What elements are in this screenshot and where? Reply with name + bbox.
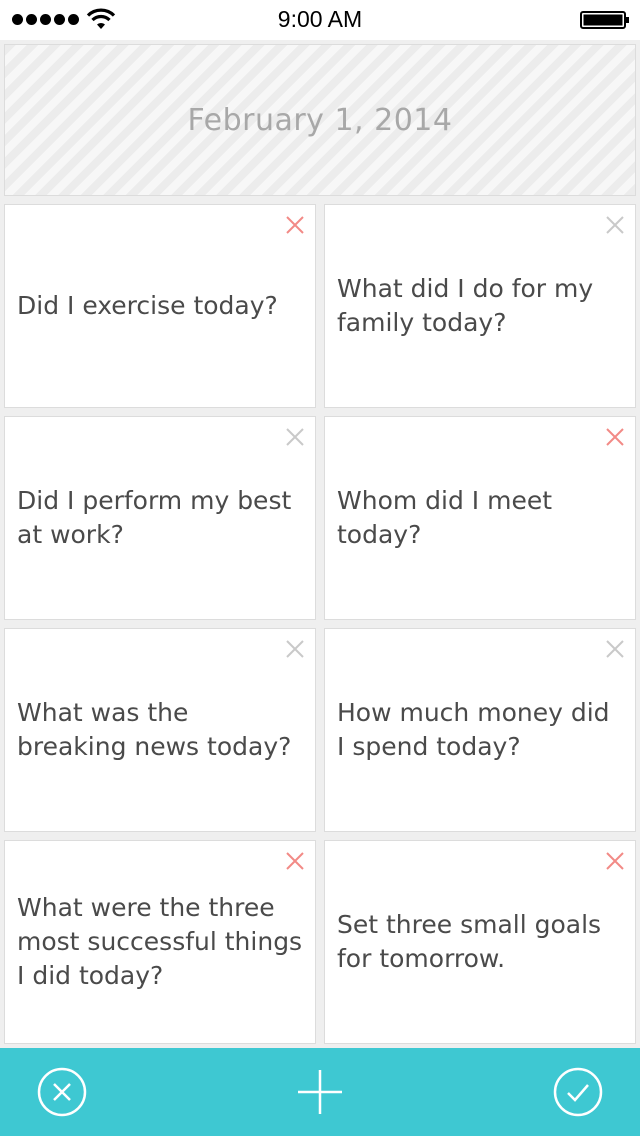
status-bar: 9:00 AM <box>0 0 640 40</box>
circle-x-icon <box>37 1067 87 1117</box>
question-card[interactable]: What were the three most successful thin… <box>4 840 316 1044</box>
question-card[interactable]: Did I exercise today? <box>4 204 316 408</box>
question-card[interactable]: What did I do for my family today? <box>324 204 636 408</box>
question-text: Did I perform my best at work? <box>17 486 292 549</box>
question-text: Did I exercise today? <box>17 291 278 320</box>
question-card[interactable]: What was the breaking news today? <box>4 628 316 832</box>
remove-question-icon[interactable] <box>285 851 305 871</box>
remove-question-icon[interactable] <box>285 427 305 447</box>
remove-question-icon[interactable] <box>605 215 625 235</box>
question-text: Whom did I meet today? <box>337 486 553 549</box>
question-card[interactable]: Set three small goals for tomorrow. <box>324 840 636 1044</box>
question-card[interactable]: Whom did I meet today? <box>324 416 636 620</box>
remove-question-icon[interactable] <box>605 427 625 447</box>
date-header: February 1, 2014 <box>4 44 636 196</box>
battery-icon <box>580 11 629 29</box>
remove-question-icon[interactable] <box>605 851 625 871</box>
question-text: How much money did I spend today? <box>337 698 610 761</box>
bottom-toolbar <box>0 1048 640 1136</box>
remove-question-icon[interactable] <box>285 639 305 659</box>
question-text: Set three small goals for tomorrow. <box>337 910 602 973</box>
circle-check-icon <box>553 1067 603 1117</box>
question-card[interactable]: Did I perform my best at work? <box>4 416 316 620</box>
confirm-button[interactable] <box>552 1066 604 1118</box>
cancel-button[interactable] <box>36 1066 88 1118</box>
remove-question-icon[interactable] <box>285 215 305 235</box>
question-text: What were the three most successful thin… <box>17 893 303 990</box>
question-text: What was the breaking news today? <box>17 698 292 761</box>
question-card[interactable]: How much money did I spend today? <box>324 628 636 832</box>
question-text: What did I do for my family today? <box>337 274 594 337</box>
status-time: 9:00 AM <box>277 6 363 32</box>
add-question-button[interactable] <box>294 1066 346 1118</box>
date-title: February 1, 2014 <box>187 102 453 138</box>
remove-question-icon[interactable] <box>605 639 625 659</box>
plus-icon <box>298 1070 342 1114</box>
app-screen: 9:00 AM February 1, 2014 Did I exercise … <box>0 0 640 1136</box>
